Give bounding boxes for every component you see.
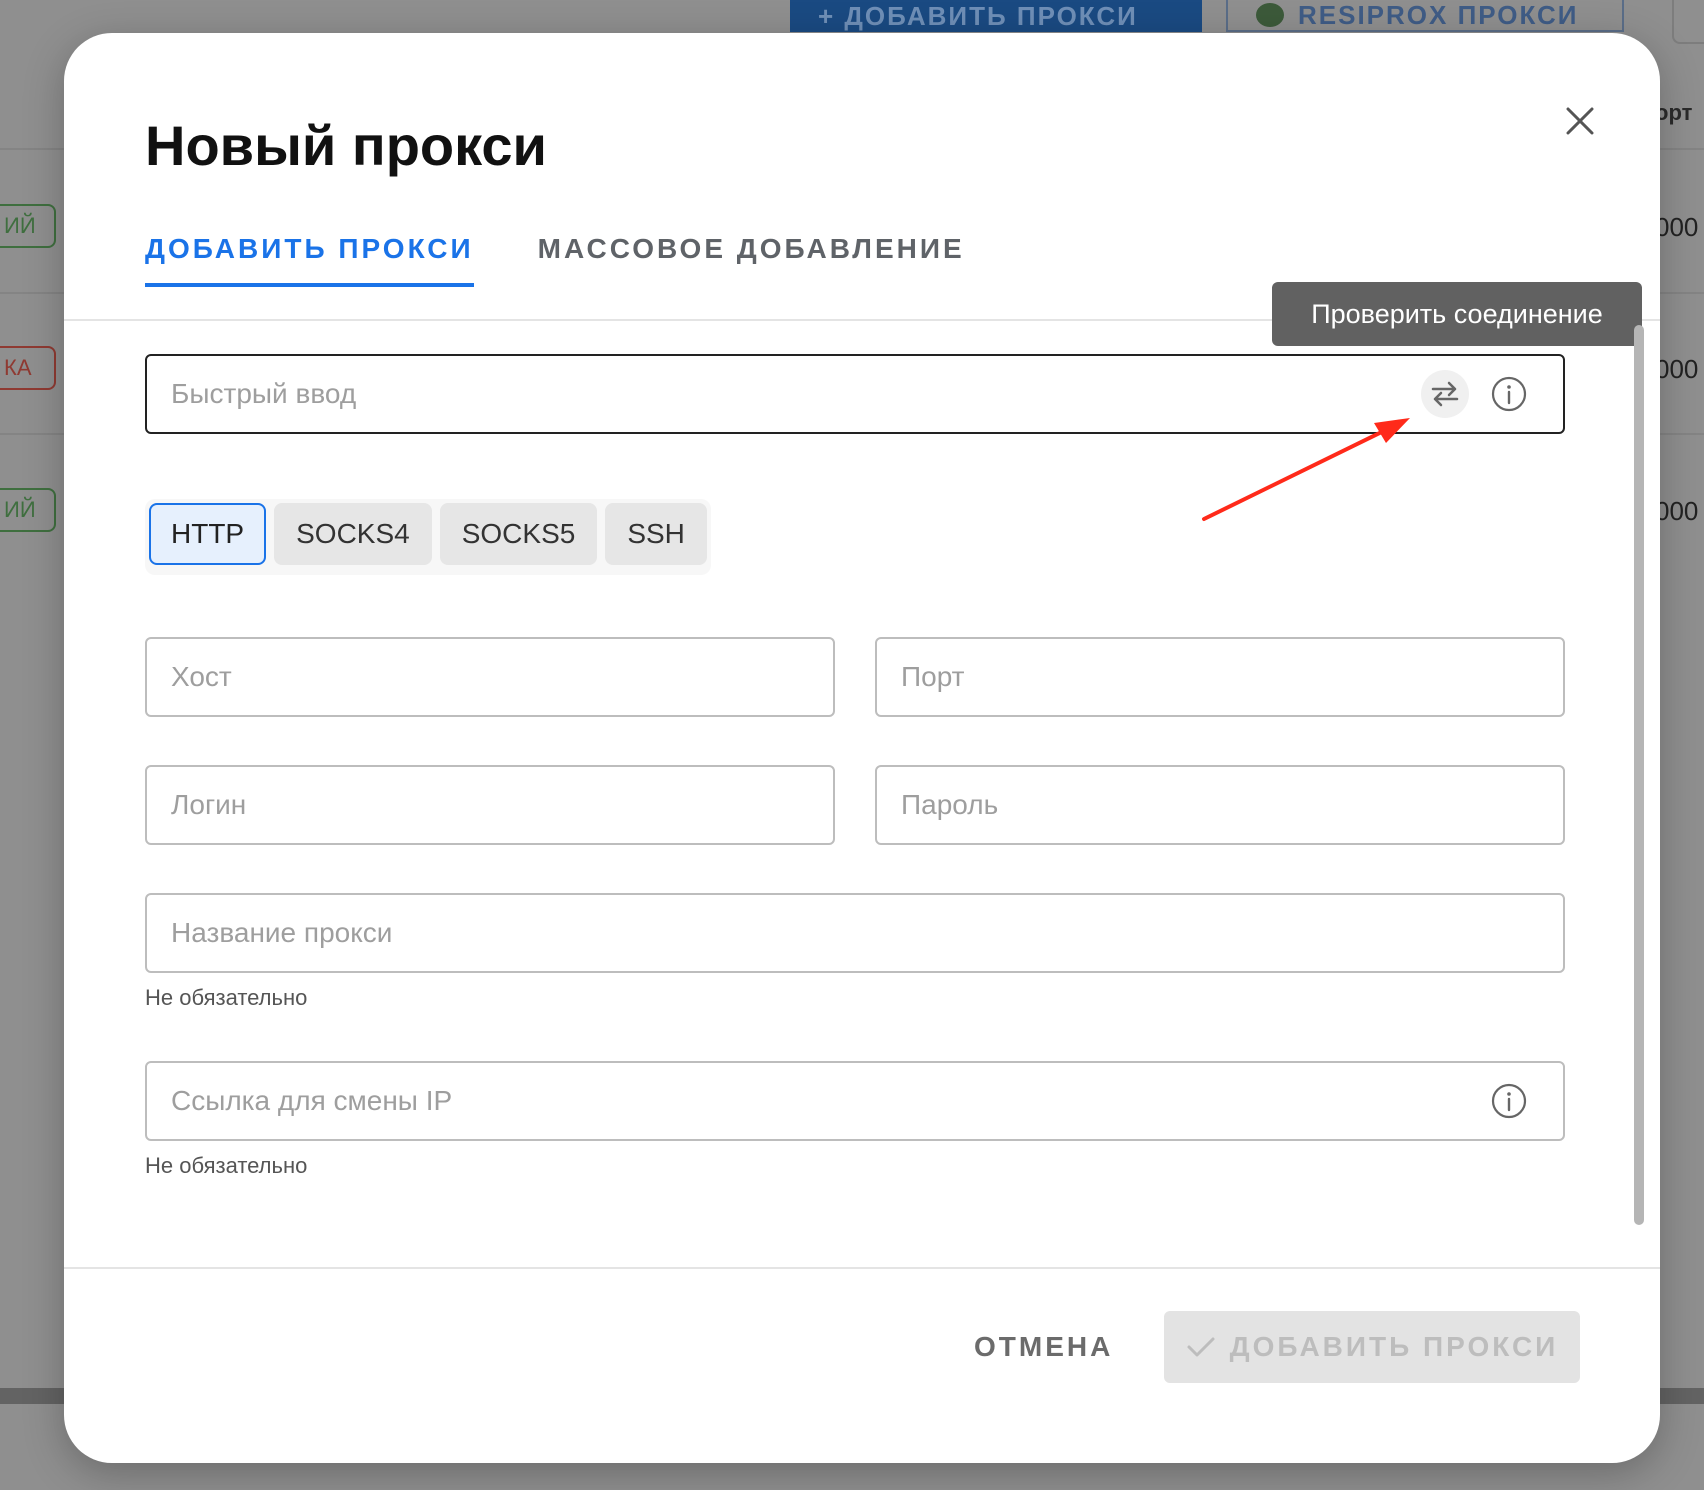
check-icon [1187,1337,1215,1357]
proxy-name-field[interactable] [145,893,1565,973]
bg-port-cell: 000 [1655,496,1699,526]
proxy-type-ssh[interactable]: SSH [605,503,707,565]
tab-add-proxy[interactable]: ДОБАВИТЬ ПРОКСИ [145,233,474,287]
check-connection-button[interactable] [1421,370,1469,418]
host-input[interactable] [169,660,833,694]
bg-port-cell: 000 [1655,354,1699,384]
quick-input[interactable] [169,377,1563,411]
host-field[interactable] [145,637,835,717]
ip-change-link-helper: Не обязательно [145,1153,308,1178]
proxy-name-input[interactable] [169,916,1563,950]
bg-corner-control [1672,0,1704,44]
quick-input-info-button[interactable] [1485,370,1533,418]
close-icon [1566,107,1594,135]
check-connection-tooltip: Проверить соединение [1272,282,1642,346]
tab-bulk-add[interactable]: МАССОВОЕ ДОБАВЛЕНИЕ [538,233,965,287]
proxy-type-http[interactable]: HTTP [149,503,267,565]
proxy-name-helper: Не обязательно [145,985,308,1010]
bg-status-chip: КА [0,346,56,390]
login-field[interactable] [145,765,835,845]
cancel-button[interactable]: ОТМЕНА [974,1331,1113,1363]
info-icon [1491,1083,1527,1119]
add-proxy-submit-label: ДОБАВИТЬ ПРОКСИ [1229,1331,1559,1362]
password-input[interactable] [899,788,1563,822]
bg-column-header: орт [1655,100,1693,125]
close-button[interactable] [1558,99,1602,143]
bg-status-chip: ИЙ [0,488,56,532]
resiprox-logo-icon [1256,3,1284,27]
dialog-tabs: ДОБАВИТЬ ПРОКСИ МАССОВОЕ ДОБАВЛЕНИЕ [145,233,965,287]
quick-input-field[interactable] [145,354,1565,434]
dialog-title: Новый прокси [145,114,547,177]
footer-divider [64,1267,1660,1269]
ip-change-link-info-button[interactable] [1485,1077,1533,1125]
bg-resiprox-label: RESIPROX ПРОКСИ [1298,0,1579,30]
dialog-scrollbar[interactable] [1634,325,1644,1225]
bg-resiprox-button: RESIPROX ПРОКСИ [1226,0,1624,32]
password-field[interactable] [875,765,1565,845]
proxy-type-socks5[interactable]: SOCKS5 [439,503,598,565]
port-field[interactable] [875,637,1565,717]
proxy-type-socks4[interactable]: SOCKS4 [274,503,432,565]
bg-add-proxy-button: + ДОБАВИТЬ ПРОКСИ [790,0,1202,32]
add-proxy-submit-button[interactable]: ДОБАВИТЬ ПРОКСИ [1164,1311,1580,1383]
login-input[interactable] [169,788,833,822]
new-proxy-dialog: Новый прокси ДОБАВИТЬ ПРОКСИ МАССОВОЕ ДО… [64,33,1660,1463]
ip-change-link-input[interactable] [169,1084,1563,1118]
info-icon [1491,376,1527,412]
proxy-type-toggle: HTTP SOCKS4 SOCKS5 SSH [145,499,711,575]
bg-status-chip: ИЙ [0,204,56,248]
swap-arrows-icon [1431,381,1459,407]
port-input[interactable] [899,660,1563,694]
ip-change-link-field[interactable] [145,1061,1565,1141]
bg-port-cell: 000 [1655,212,1699,242]
